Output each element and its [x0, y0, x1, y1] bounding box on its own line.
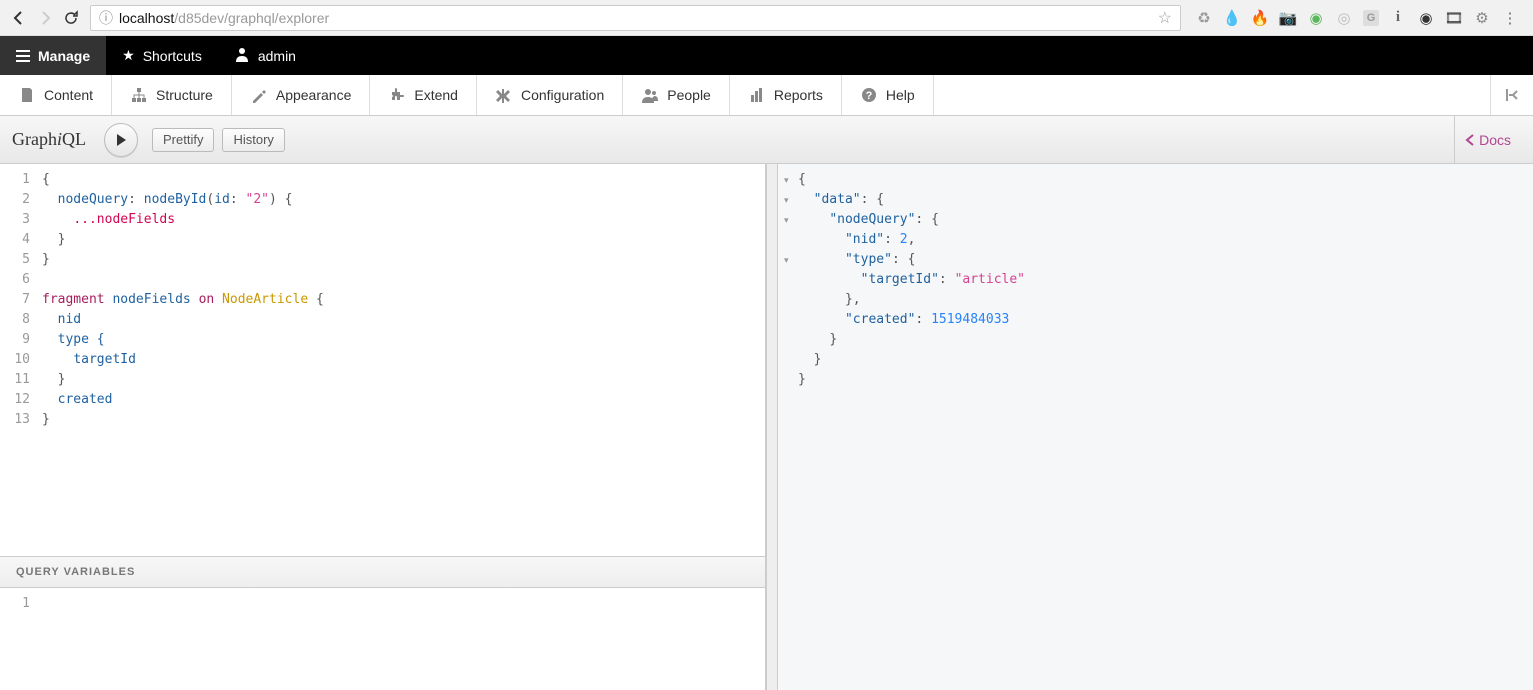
- admin-user-menu[interactable]: admin: [218, 36, 312, 75]
- content-icon: [18, 86, 36, 104]
- circle-icon[interactable]: ◉: [1307, 9, 1325, 27]
- menu-appearance[interactable]: Appearance: [232, 75, 371, 115]
- menu-label: Reports: [774, 87, 823, 103]
- appearance-icon: [250, 86, 268, 104]
- reload-button[interactable]: [58, 5, 84, 31]
- g-square-icon[interactable]: G: [1363, 10, 1379, 26]
- menu-label: Configuration: [521, 87, 604, 103]
- star-icon: ★: [122, 47, 135, 64]
- result-pane: ▾▾▾▾ { "data": { "nodeQuery": { "nid": 2…: [778, 164, 1533, 690]
- menu-structure[interactable]: Structure: [112, 75, 232, 115]
- url-path: /d85dev/graphql/explorer: [174, 10, 329, 26]
- menu-label: Extend: [414, 87, 458, 103]
- menu-people[interactable]: People: [623, 75, 730, 115]
- manage-label: Manage: [38, 48, 90, 64]
- query-editor[interactable]: ▾1 2 3 4 5 6 ▾7 8 9 10 11 12 13 { nodeQu…: [0, 164, 765, 556]
- shortcuts-label: Shortcuts: [143, 48, 202, 64]
- hamburger-icon: [16, 50, 30, 62]
- result-fold-gutter: ▾▾▾▾: [784, 164, 789, 270]
- menu-extend[interactable]: Extend: [370, 75, 477, 115]
- user-icon: [234, 46, 250, 65]
- back-button[interactable]: [6, 5, 32, 31]
- shortcuts-menu[interactable]: ★ Shortcuts: [106, 36, 218, 75]
- menu-dots-icon[interactable]: ⋮: [1501, 9, 1519, 27]
- menu-label: Content: [44, 87, 93, 103]
- bookmark-star-icon[interactable]: ☆: [1158, 8, 1172, 28]
- query-variables-label: Query Variables: [16, 566, 135, 578]
- admin-label: admin: [258, 48, 296, 64]
- forward-button[interactable]: [32, 5, 58, 31]
- drupal-icon[interactable]: 💧: [1223, 9, 1241, 27]
- menu-label: Structure: [156, 87, 213, 103]
- extend-icon: [388, 86, 406, 104]
- configuration-icon: [495, 86, 513, 104]
- resize-handle[interactable]: [766, 164, 778, 690]
- query-code[interactable]: { nodeQuery: nodeById(id: "2") { ...node…: [36, 164, 324, 556]
- execute-button[interactable]: [104, 123, 138, 157]
- gear-icon[interactable]: ⚙: [1473, 9, 1491, 27]
- manage-menu[interactable]: Manage: [0, 36, 106, 75]
- menu-configuration[interactable]: Configuration: [477, 75, 623, 115]
- docs-label: Docs: [1479, 132, 1511, 148]
- reports-icon: [748, 86, 766, 104]
- docs-button[interactable]: Docs: [1454, 116, 1521, 163]
- url-host: localhost: [119, 10, 174, 26]
- recycle-icon[interactable]: ♻: [1195, 9, 1213, 27]
- drupal-admin-toolbar: Manage ★ Shortcuts admin: [0, 36, 1533, 75]
- query-editor-pane: ▾1 2 3 4 5 6 ▾7 8 9 10 11 12 13 { nodeQu…: [0, 164, 766, 690]
- variables-gutter: 1: [0, 588, 36, 690]
- structure-icon: [130, 86, 148, 104]
- info-icon[interactable]: i: [1389, 9, 1407, 27]
- collapse-toolbar-button[interactable]: [1490, 75, 1533, 115]
- prettify-button[interactable]: Prettify: [152, 128, 214, 152]
- line-gutter: ▾1 2 3 4 5 6 ▾7 8 9 10 11 12 13: [0, 164, 36, 556]
- menu-reports[interactable]: Reports: [730, 75, 842, 115]
- graphiql-body: ▾1 2 3 4 5 6 ▾7 8 9 10 11 12 13 { nodeQu…: [0, 164, 1533, 690]
- history-button[interactable]: History: [222, 128, 284, 152]
- address-bar[interactable]: ⓘ localhost/d85dev/graphql/explorer ☆: [90, 5, 1181, 31]
- help-icon: ?: [860, 86, 878, 104]
- film-icon[interactable]: 🎞: [1445, 9, 1463, 27]
- drupal-admin-menu: Content Structure Appearance Extend Conf…: [0, 75, 1533, 116]
- graphiql-title: GraphiQL: [12, 129, 86, 150]
- chevron-left-icon: [1465, 134, 1475, 146]
- menu-label: Appearance: [276, 87, 352, 103]
- browser-toolbar: ⓘ localhost/d85dev/graphql/explorer ☆ ♻ …: [0, 0, 1533, 36]
- menu-label: People: [667, 87, 711, 103]
- graphiql-toolbar: GraphiQL Prettify History Docs: [0, 116, 1533, 164]
- svg-text:?: ?: [866, 90, 873, 102]
- menu-help[interactable]: ? Help: [842, 75, 934, 115]
- ring-icon[interactable]: ◎: [1335, 9, 1353, 27]
- people-icon: [641, 86, 659, 104]
- result-json[interactable]: { "data": { "nodeQuery": { "nid": 2, "ty…: [778, 164, 1533, 390]
- camera-icon[interactable]: 📷: [1279, 9, 1297, 27]
- menu-label: Help: [886, 87, 915, 103]
- menu-content[interactable]: Content: [0, 75, 112, 115]
- extension-icons: ♻ 💧 🔥 📷 ◉ ◎ G i ◉ 🎞 ⚙ ⋮: [1187, 9, 1527, 27]
- query-variables-header[interactable]: Query Variables: [0, 556, 765, 588]
- target-icon[interactable]: ◉: [1417, 9, 1435, 27]
- flame-icon[interactable]: 🔥: [1251, 9, 1269, 27]
- query-variables-editor[interactable]: 1: [0, 588, 765, 690]
